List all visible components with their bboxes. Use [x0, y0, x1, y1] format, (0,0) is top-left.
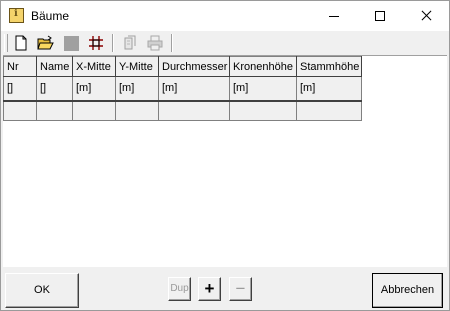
remove-row-button[interactable]: −: [229, 277, 252, 301]
new-document-button[interactable]: [10, 33, 32, 53]
minimize-button[interactable]: [311, 1, 357, 31]
dialog-window: Bäume: [0, 0, 450, 311]
column-header[interactable]: Nr: [3, 56, 37, 77]
grid-cell[interactable]: [158, 100, 230, 121]
column-header[interactable]: Kronenhöhe: [229, 56, 297, 77]
unit-cell[interactable]: [m]: [296, 76, 362, 102]
window-title: Bäume: [31, 9, 70, 23]
table-row: [3, 100, 362, 121]
new-document-icon: [15, 35, 27, 51]
column-header[interactable]: Name: [36, 56, 73, 77]
open-folder-icon: [37, 35, 54, 50]
add-row-button[interactable]: +: [198, 277, 221, 301]
copy-button[interactable]: [119, 33, 141, 53]
unit-cell[interactable]: []: [3, 76, 37, 102]
trees-table: Nr Name X-Mitte Y-Mitte Durchmesser Kron…: [3, 56, 362, 121]
toolbar: [1, 31, 449, 55]
unit-cell[interactable]: [m]: [115, 76, 159, 102]
save-button[interactable]: [60, 33, 82, 53]
column-header[interactable]: Y-Mitte: [115, 56, 159, 77]
toolbar-grip: [4, 34, 8, 52]
save-icon: [64, 36, 79, 51]
grid-cell[interactable]: [72, 100, 116, 121]
grid-cell[interactable]: [229, 100, 297, 121]
column-header[interactable]: X-Mitte: [72, 56, 116, 77]
column-header[interactable]: Stammhöhe: [296, 56, 362, 77]
button-bar: OK Dup + − Abbrechen: [1, 267, 449, 310]
column-header[interactable]: Durchmesser: [158, 56, 230, 77]
grid-cell[interactable]: [115, 100, 159, 121]
title-bar[interactable]: Bäume: [1, 1, 449, 31]
copy-icon: [124, 35, 136, 50]
grid-button[interactable]: [85, 33, 107, 53]
grid-cell[interactable]: [3, 100, 37, 121]
cancel-button[interactable]: Abbrechen: [372, 273, 443, 308]
grid-cell[interactable]: [296, 100, 362, 121]
unit-cell[interactable]: [m]: [72, 76, 116, 102]
maximize-button[interactable]: [357, 1, 403, 31]
table-header-row: Nr Name X-Mitte Y-Mitte Durchmesser Kron…: [3, 56, 362, 77]
unit-cell[interactable]: [m]: [158, 76, 230, 102]
toolbar-separator: [171, 34, 173, 52]
print-button[interactable]: [144, 33, 166, 53]
grid-cell[interactable]: [36, 100, 73, 121]
app-info-icon: [9, 8, 24, 23]
toolbar-separator: [112, 34, 114, 52]
ok-button[interactable]: OK: [5, 273, 79, 308]
trees-grid-area[interactable]: Nr Name X-Mitte Y-Mitte Durchmesser Kron…: [3, 55, 447, 268]
print-icon: [147, 35, 163, 51]
unit-cell[interactable]: [m]: [229, 76, 297, 102]
table-units-row: [] [] [m] [m] [m] [m] [m]: [3, 76, 362, 102]
unit-cell[interactable]: []: [36, 76, 73, 102]
grid-icon: [89, 36, 103, 50]
open-button[interactable]: [34, 33, 56, 53]
duplicate-button[interactable]: Dup: [168, 277, 191, 301]
close-button[interactable]: [403, 1, 449, 31]
